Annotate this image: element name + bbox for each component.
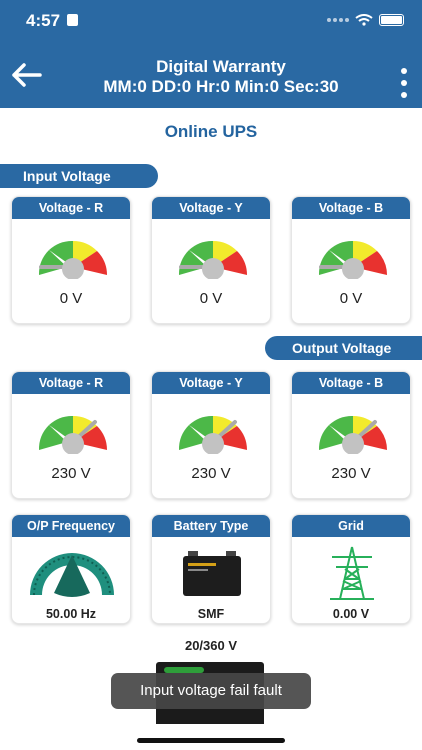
output-voltage-r-card: Voltage - R 230 V <box>11 371 131 499</box>
grid-value: 0.00 V <box>332 607 370 621</box>
output-voltage-y-card: Voltage - Y 230 V <box>151 371 271 499</box>
warranty-timer: MM:0 DD:0 Hr:0 Min:0 Sec:30 <box>103 77 339 96</box>
card-title: Grid <box>292 515 410 537</box>
toast-message: Input voltage fail fault <box>111 673 311 709</box>
more-menu-icon[interactable] <box>396 68 412 98</box>
voltage-gauge <box>38 240 107 279</box>
card-title: Voltage - R <box>12 372 130 394</box>
frequency-card: O/P Frequency 50.00 Hz <box>11 514 131 624</box>
card-title: Voltage - B <box>292 372 410 394</box>
input-voltage-y-card: Voltage - Y 0 V <box>151 196 271 324</box>
card-title: Voltage - B <box>292 197 410 219</box>
wifi-icon <box>355 14 373 26</box>
battery-icon <box>379 14 404 26</box>
voltage-value: 230 V <box>331 465 371 482</box>
card-title: Voltage - Y <box>152 372 270 394</box>
status-bar: 4:57 <box>0 0 422 42</box>
card-title: Voltage - R <box>12 197 130 219</box>
voltage-gauge <box>178 240 247 279</box>
input-voltage-r-card: Voltage - R 0 V <box>11 196 131 324</box>
grid-card: Grid 0.00 V <box>291 514 411 624</box>
voltage-value: 0 V <box>199 290 223 307</box>
battery-type-value: SMF <box>197 607 225 621</box>
voltage-gauge <box>38 415 107 454</box>
page-title: Online UPS <box>164 122 258 141</box>
status-icons <box>327 14 404 26</box>
power-tower-icon <box>330 546 374 600</box>
card-title: Battery Type <box>152 515 270 537</box>
status-time: 4:57 <box>26 11 61 30</box>
home-indicator[interactable] <box>137 738 285 743</box>
voltage-value: 0 V <box>339 290 363 307</box>
battery-voltage-label: 20/360 V <box>184 638 238 653</box>
lock-icon <box>67 14 78 26</box>
input-voltage-b-card: Voltage - B 0 V <box>291 196 411 324</box>
voltage-value: 230 V <box>191 465 231 482</box>
header-title: Digital Warranty <box>156 57 286 76</box>
voltage-value: 230 V <box>51 465 91 482</box>
voltage-gauge <box>178 415 247 454</box>
voltage-gauge <box>318 240 387 279</box>
voltage-gauge <box>318 415 387 454</box>
back-arrow-icon[interactable] <box>10 60 44 90</box>
signal-icon <box>327 18 349 22</box>
battery-icon <box>183 551 241 596</box>
voltage-value: 0 V <box>59 290 83 307</box>
frequency-value: 50.00 Hz <box>45 607 97 621</box>
app-header: Digital Warranty MM:0 DD:0 Hr:0 Min:0 Se… <box>0 42 422 108</box>
output-voltage-label: Output Voltage <box>265 336 422 360</box>
input-voltage-label: Input Voltage <box>0 164 158 188</box>
card-title: O/P Frequency <box>12 515 130 537</box>
battery-type-card: Battery Type SMF <box>151 514 271 624</box>
frequency-gauge-icon <box>30 553 114 597</box>
output-voltage-b-card: Voltage - B 230 V <box>291 371 411 499</box>
card-title: Voltage - Y <box>152 197 270 219</box>
